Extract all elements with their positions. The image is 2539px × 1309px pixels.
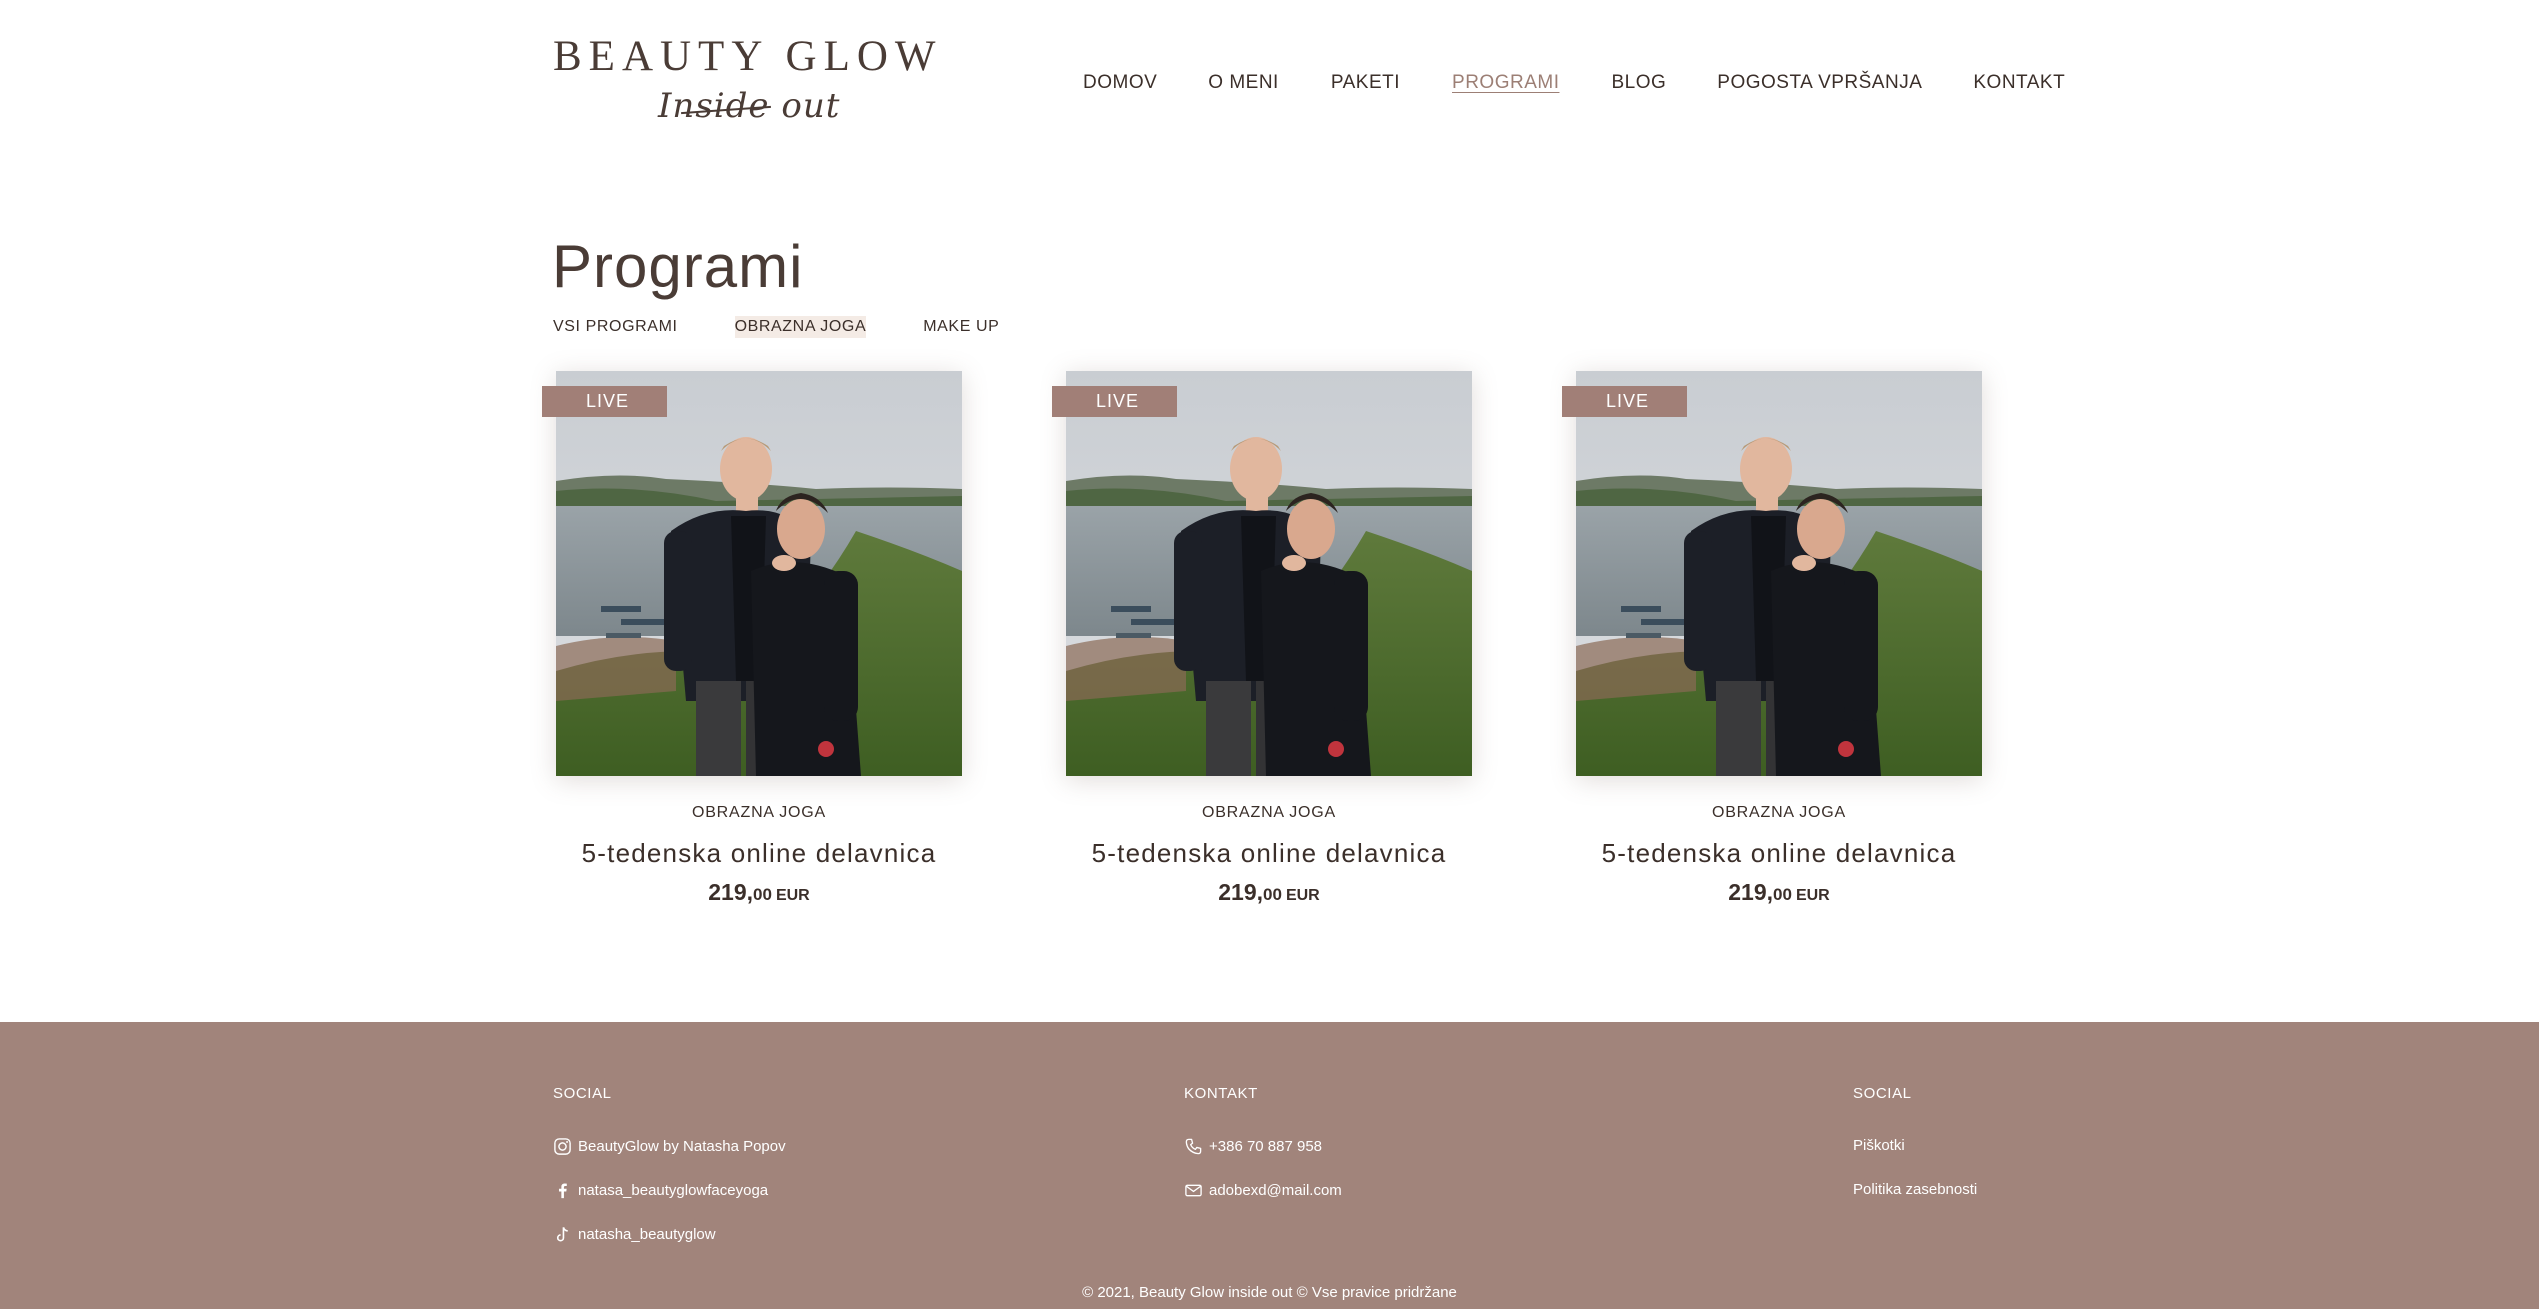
footer-link-tiktok[interactable]: natasha_beautyglow (553, 1225, 716, 1244)
footer-link-piskotki[interactable]: Piškotki (1853, 1137, 1905, 1154)
price-currency: EUR (775, 887, 810, 904)
footer-contact-column: KONTAKT +386 70 887 958 adobexd@mail.com (1184, 1085, 1484, 1225)
price-integer: 219, (708, 879, 754, 905)
footer-link-politika-zasebnosti[interactable]: Politika zasebnosti (1853, 1181, 1977, 1198)
price-currency: EUR (1795, 887, 1830, 904)
page-title: Programi (552, 233, 804, 300)
footer-heading: SOCIAL (553, 1085, 612, 1102)
phone-icon (1185, 1138, 1202, 1155)
nav-item-domov[interactable]: DOMOV (1083, 72, 1157, 94)
footer-link-instagram[interactable]: BeautyGlow by Natasha Popov (553, 1137, 786, 1156)
footer-heading: SOCIAL (1853, 1085, 1912, 1102)
program-card[interactable]: LIVE OBRAZNA JOGA 5-tedenska online dela… (1562, 371, 1982, 911)
program-title[interactable]: 5-tedenska online delavnica (1573, 838, 1985, 869)
live-badge: LIVE (542, 386, 667, 417)
footer-link-label: BeautyGlow by Natasha Popov (578, 1138, 786, 1155)
footer-link-label: natasha_beautyglow (578, 1226, 716, 1243)
mail-icon (1185, 1184, 1202, 1197)
nav-item-o-meni[interactable]: O MENI (1208, 72, 1279, 94)
footer-legal-column: SOCIAL Piškotki Politika zasebnosti (1853, 1085, 2053, 1225)
price-decimal: 00 (753, 885, 772, 904)
program-category: OBRAZNA JOGA (1201, 804, 1337, 821)
logo-script: Inside out (658, 86, 841, 126)
program-price: 219,00 EUR (1063, 879, 1475, 906)
program-card[interactable]: LIVE OBRAZNA JOGA 5-tedenska online dela… (1052, 371, 1472, 911)
footer-link-phone[interactable]: +386 70 887 958 (1184, 1137, 1322, 1156)
program-category: OBRAZNA JOGA (1711, 804, 1847, 821)
program-card[interactable]: LIVE OBRAZNA JOGA 5-tedenska online dela… (542, 371, 962, 911)
footer-social-column: SOCIAL BeautyGlow by Natasha Popov natas… (553, 1085, 953, 1265)
tiktok-icon (556, 1227, 568, 1242)
program-price: 219,00 EUR (1573, 879, 1985, 906)
footer-heading: KONTAKT (1184, 1085, 1258, 1102)
program-image[interactable] (556, 371, 962, 776)
footer-link-label: adobexd@mail.com (1209, 1182, 1342, 1199)
category-filters: VSI PROGRAMI OBRAZNA JOGA MAKE UP (553, 316, 999, 338)
nav-item-programi[interactable]: PROGRAMI (1452, 72, 1559, 94)
facebook-icon (558, 1183, 567, 1199)
program-title[interactable]: 5-tedenska online delavnica (553, 838, 965, 869)
program-price: 219,00 EUR (553, 879, 965, 906)
site-header: BEAUTY GLOW Inside out DOMOV O MENI PAKE… (0, 0, 2539, 180)
site-footer: SOCIAL BeautyGlow by Natasha Popov natas… (0, 1022, 2539, 1309)
filter-make-up[interactable]: MAKE UP (923, 316, 999, 338)
price-decimal: 00 (1773, 885, 1792, 904)
footer-link-email[interactable]: adobexd@mail.com (1184, 1181, 1342, 1200)
logo-title: BEAUTY GLOW (553, 33, 943, 80)
main-nav: DOMOV O MENI PAKETI PROGRAMI BLOG POGOST… (1083, 72, 2065, 94)
footer-link-label: +386 70 887 958 (1209, 1138, 1323, 1155)
price-decimal: 00 (1263, 885, 1282, 904)
program-image[interactable] (1066, 371, 1472, 776)
price-integer: 219, (1728, 879, 1774, 905)
price-currency: EUR (1285, 887, 1320, 904)
program-category: OBRAZNA JOGA (691, 804, 827, 821)
footer-link-facebook[interactable]: natasa_beautyglowfaceyoga (553, 1181, 768, 1200)
logo[interactable]: BEAUTY GLOW Inside out (553, 30, 943, 135)
instagram-icon (554, 1138, 571, 1155)
nav-item-pogosta-vprasanja[interactable]: POGOSTA VPRŠANJA (1717, 72, 1922, 94)
footer-link-label: natasa_beautyglowfaceyoga (578, 1182, 769, 1199)
filter-vsi-programi[interactable]: VSI PROGRAMI (553, 316, 678, 338)
copyright: © 2021, Beauty Glow inside out © Vse pra… (1082, 1284, 1457, 1301)
nav-item-blog[interactable]: BLOG (1611, 72, 1666, 94)
program-image[interactable] (1576, 371, 1982, 776)
nav-item-paketi[interactable]: PAKETI (1331, 72, 1400, 94)
program-title[interactable]: 5-tedenska online delavnica (1063, 838, 1475, 869)
price-integer: 219, (1218, 879, 1264, 905)
filter-obrazna-joga[interactable]: OBRAZNA JOGA (734, 316, 867, 338)
nav-item-kontakt[interactable]: KONTAKT (1973, 72, 2065, 94)
live-badge: LIVE (1562, 386, 1687, 417)
live-badge: LIVE (1052, 386, 1177, 417)
